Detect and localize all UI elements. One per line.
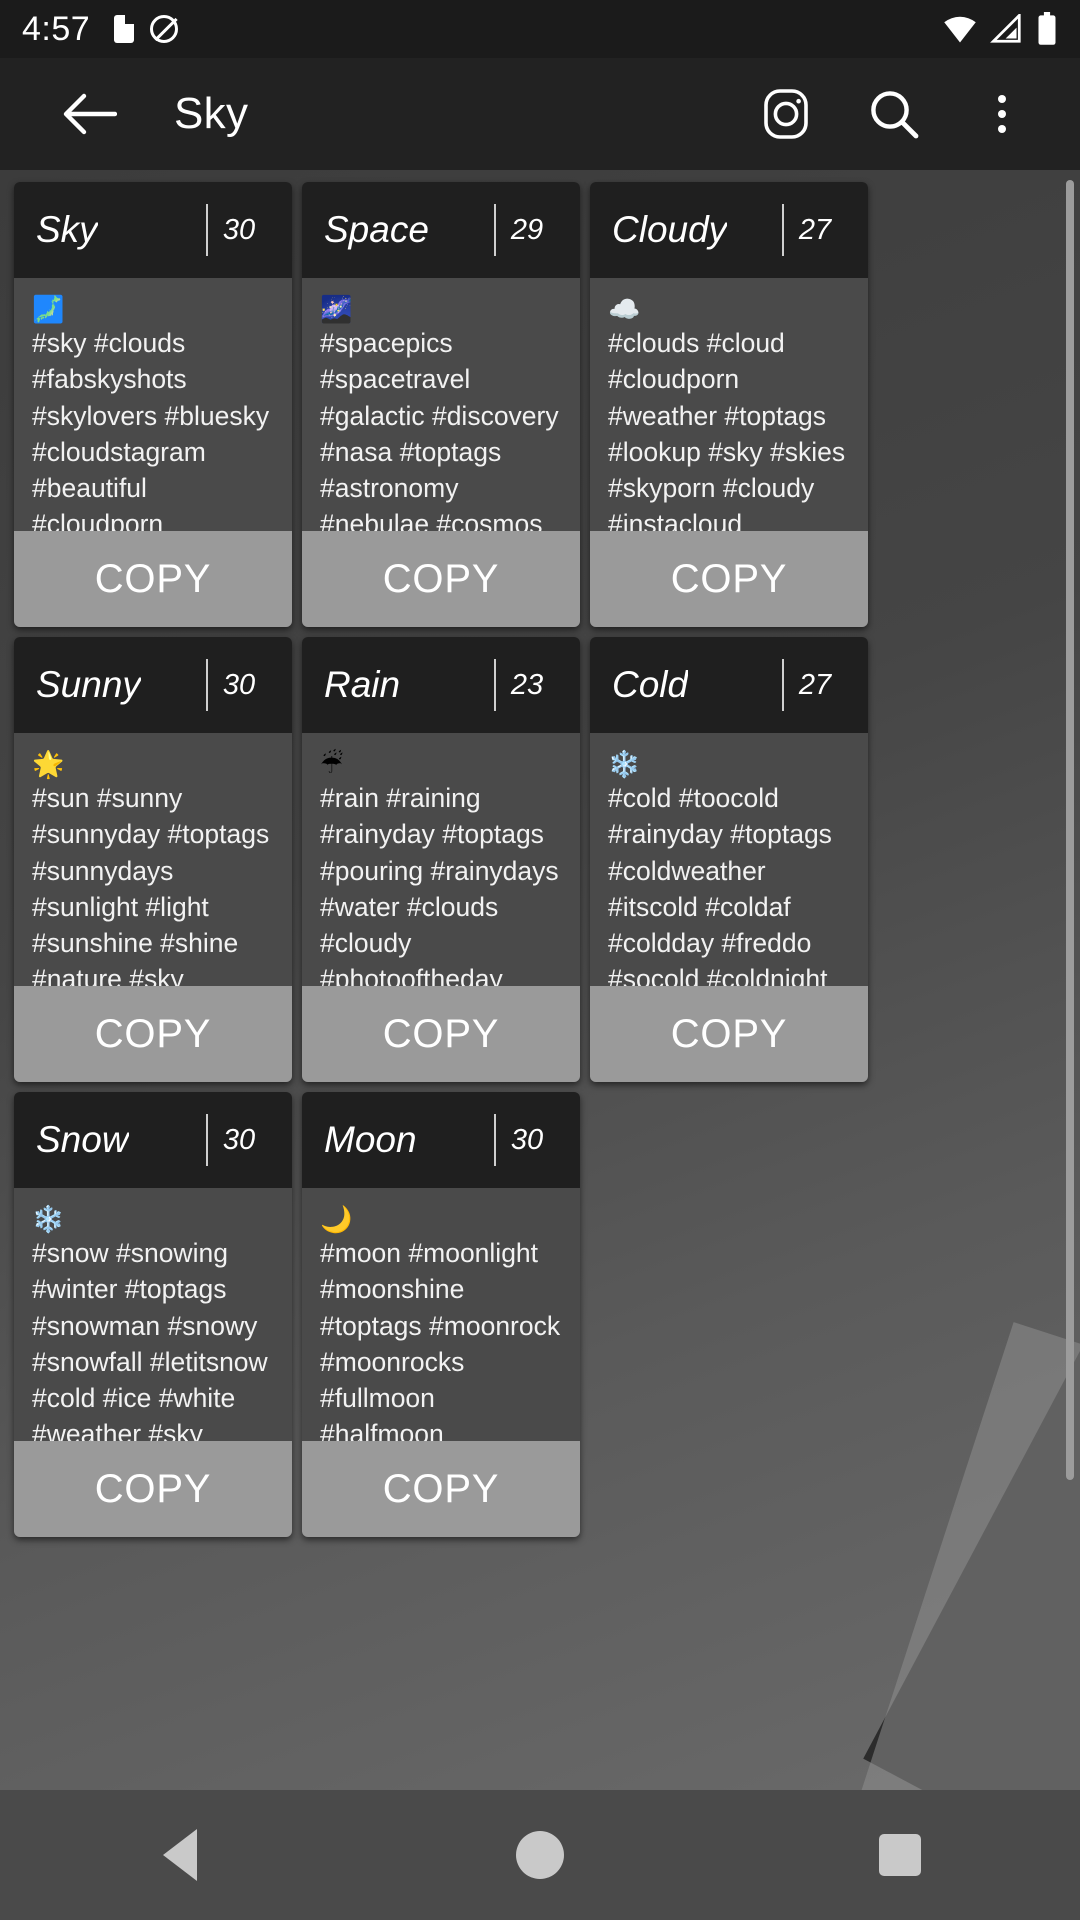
card-body: ☁️ #clouds #cloud #cloudporn #weather #to… bbox=[590, 278, 868, 531]
card-header: Cloudy 27 bbox=[590, 182, 868, 278]
card-tag-count: 27 bbox=[798, 213, 832, 246]
card-tag-count: 30 bbox=[222, 213, 256, 246]
kebab-dot bbox=[998, 95, 1006, 103]
card-hashtags: #spacepics #spacetravel #galactic #disco… bbox=[320, 328, 559, 531]
nav-back-button[interactable] bbox=[120, 1795, 240, 1915]
card-title: Space bbox=[324, 209, 429, 250]
nav-recents-button[interactable] bbox=[840, 1795, 960, 1915]
hashtag-card[interactable]: Space 29 🌌 #spacepics #spacetravel #galacti… bbox=[302, 182, 580, 627]
hashtag-card[interactable]: Cold 27 ❄️ #cold #toocold #rainyday #toptag… bbox=[590, 637, 868, 1082]
copy-button[interactable]: COPY bbox=[590, 986, 868, 1082]
card-emoji-icon: 🌟 bbox=[32, 749, 65, 779]
card-header: Snow 30 bbox=[14, 1092, 292, 1188]
card-body: 🌌 #spacepics #spacetravel #galactic #disc… bbox=[302, 278, 580, 531]
app-bar-actions bbox=[758, 86, 1050, 142]
card-body: 🌙 #moon #moonlight #moonshine #toptags #m… bbox=[302, 1188, 580, 1441]
card-hashtags: #cold #toocold #rainyday #toptags #coldw… bbox=[608, 783, 832, 986]
card-emoji-icon: ☔ bbox=[320, 749, 344, 779]
status-clock: 4:57 bbox=[22, 9, 91, 48]
hashtag-card[interactable]: Sunny 30 🌟 #sun #sunny #sunnyday #toptags #… bbox=[14, 637, 292, 1082]
card-emoji-icon: 🌌 bbox=[320, 294, 353, 324]
card-emoji-icon: 🌙 bbox=[320, 1204, 353, 1234]
hashtag-card[interactable]: Moon 30 🌙 #moon #moonlight #moonshine #topt… bbox=[302, 1092, 580, 1537]
hashtag-card[interactable]: Sky 30 🗾 #sky #clouds #fabskyshots #skylove… bbox=[14, 182, 292, 627]
card-title: Rain bbox=[324, 664, 401, 705]
hashtag-card[interactable]: Snow 30 ❄️ #snow #snowing #winter #toptags … bbox=[14, 1092, 292, 1537]
status-bar: 4:57 bbox=[0, 0, 1080, 58]
card-header: Moon 30 bbox=[302, 1092, 580, 1188]
card-hashtags: #sun #sunny #sunnyday #toptags #sunnyday… bbox=[32, 783, 270, 986]
card-emoji-icon: ❄️ bbox=[608, 749, 641, 779]
card-title: Sky bbox=[36, 209, 98, 250]
card-tag-count: 30 bbox=[510, 1123, 544, 1156]
card-body: ❄️ #cold #toocold #rainyday #toptags #col… bbox=[590, 733, 868, 986]
card-header: Sunny 30 bbox=[14, 637, 292, 733]
hashtag-card-grid: Sky 30 🗾 #sky #clouds #fabskyshots #skylove… bbox=[0, 170, 1080, 1537]
card-title: Moon bbox=[324, 1119, 417, 1160]
page-title: Sky bbox=[174, 89, 249, 138]
card-body: ❄️ #snow #snowing #winter #toptags #snowm… bbox=[14, 1188, 292, 1441]
card-header: Cold 27 bbox=[590, 637, 868, 733]
instagram-icon[interactable] bbox=[758, 86, 814, 142]
overflow-menu-icon[interactable] bbox=[974, 86, 1030, 142]
copy-button[interactable]: COPY bbox=[14, 1441, 292, 1537]
kebab-dot bbox=[998, 125, 1006, 133]
card-tag-count: 30 bbox=[222, 1123, 256, 1156]
nav-recents-square-icon bbox=[879, 1834, 921, 1876]
card-emoji-icon: 🗾 bbox=[32, 294, 65, 324]
card-emoji-icon: ☁️ bbox=[608, 294, 641, 324]
copy-button[interactable]: COPY bbox=[302, 531, 580, 627]
card-title: Cloudy bbox=[612, 209, 728, 250]
status-left-icons bbox=[114, 15, 179, 43]
card-header: Rain 23 bbox=[302, 637, 580, 733]
copy-button[interactable]: COPY bbox=[302, 986, 580, 1082]
kebab-dot bbox=[998, 110, 1006, 118]
card-body: ☔ #rain #raining #rainyday #toptags #pour… bbox=[302, 733, 580, 986]
card-title: Sunny bbox=[36, 664, 141, 705]
mute-icon bbox=[150, 15, 179, 43]
card-body: 🌟 #sun #sunny #sunnyday #toptags #sunnyda… bbox=[14, 733, 292, 986]
card-hashtags: #snow #snowing #winter #toptags #snowman… bbox=[32, 1238, 268, 1441]
hashtag-card[interactable]: Cloudy 27 ☁️ #clouds #cloud #cloudporn #wea… bbox=[590, 182, 868, 627]
card-tag-count: 27 bbox=[798, 668, 832, 701]
card-hashtags: #sky #clouds #fabskyshots #skylovers #bl… bbox=[32, 328, 270, 531]
wifi-icon bbox=[944, 16, 976, 43]
card-tag-count: 30 bbox=[222, 668, 256, 701]
card-title: Cold bbox=[612, 664, 689, 705]
sd-card-icon bbox=[114, 15, 135, 43]
copy-button[interactable]: COPY bbox=[14, 986, 292, 1082]
card-hashtags: #moon #moonlight #moonshine #toptags #mo… bbox=[320, 1238, 561, 1441]
card-title: Snow bbox=[36, 1119, 129, 1160]
nav-back-triangle-icon bbox=[163, 1829, 197, 1881]
copy-button[interactable]: COPY bbox=[14, 531, 292, 627]
card-hashtags: #clouds #cloud #cloudporn #weather #topt… bbox=[608, 328, 846, 531]
status-right-icons bbox=[942, 12, 1058, 46]
search-icon[interactable] bbox=[866, 86, 922, 142]
android-navigation-bar bbox=[0, 1790, 1080, 1920]
copy-button[interactable]: COPY bbox=[590, 531, 868, 627]
card-hashtags: #rain #raining #rainyday #toptags #pouri… bbox=[320, 783, 559, 986]
card-header: Space 29 bbox=[302, 182, 580, 278]
card-tag-count: 23 bbox=[510, 668, 544, 701]
copy-button[interactable]: COPY bbox=[302, 1441, 580, 1537]
signal-icon bbox=[990, 14, 1021, 43]
battery-icon bbox=[1038, 12, 1056, 45]
card-header: Sky 30 bbox=[14, 182, 292, 278]
nav-home-circle-icon bbox=[516, 1831, 564, 1879]
hashtag-grid-scroll-area[interactable]: Sky 30 🗾 #sky #clouds #fabskyshots #skylove… bbox=[0, 170, 1080, 1790]
app-bar: Sky bbox=[0, 58, 1080, 170]
card-tag-count: 29 bbox=[510, 213, 544, 246]
hashtag-card[interactable]: Rain 23 ☔ #rain #raining #rainyday #toptags… bbox=[302, 637, 580, 1082]
card-emoji-icon: ❄️ bbox=[32, 1204, 65, 1234]
nav-home-button[interactable] bbox=[480, 1795, 600, 1915]
card-body: 🗾 #sky #clouds #fabskyshots #skylovers #b… bbox=[14, 278, 292, 531]
vertical-scrollbar[interactable] bbox=[1066, 180, 1074, 1480]
back-arrow-icon[interactable] bbox=[58, 82, 122, 146]
